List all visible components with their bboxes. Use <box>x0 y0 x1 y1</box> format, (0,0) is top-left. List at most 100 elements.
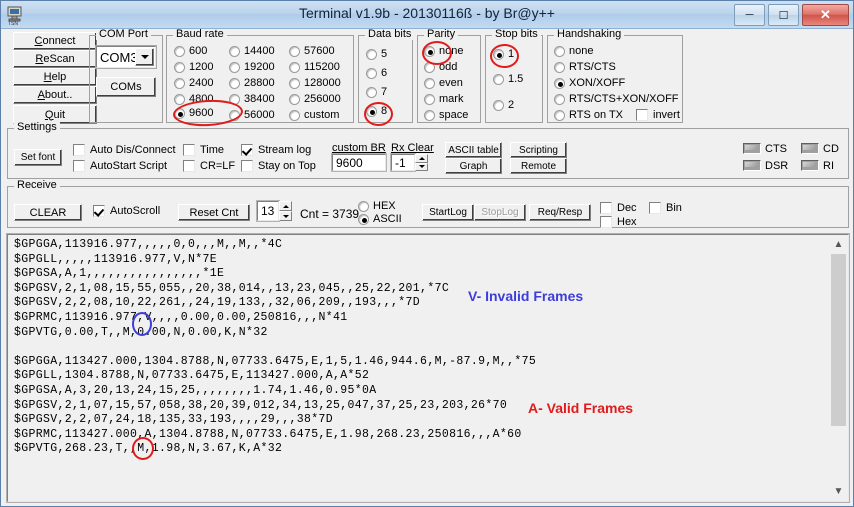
radio-icon <box>229 45 240 57</box>
radio-handshake-rtscts[interactable]: RTS/CTS <box>554 61 616 73</box>
checkbox-autostart-script[interactable]: AutoStart Script <box>73 160 167 172</box>
checkbox-icon <box>241 144 253 156</box>
com-port-select[interactable]: COM3 <box>95 45 157 69</box>
help-button[interactable]: Help <box>13 68 97 86</box>
checkbox-invert[interactable]: invert <box>636 109 680 121</box>
checkbox-auto-dis-connect[interactable]: Auto Dis/Connect <box>73 144 176 156</box>
svg-text:TSN: TSN <box>8 21 18 25</box>
radio-label: HEX <box>373 200 396 212</box>
radio-label: 6 <box>381 67 388 79</box>
radio-label: 28800 <box>244 77 275 89</box>
rx-clear-input[interactable]: -1 <box>390 153 416 172</box>
radio-handshake-rts-on-tx[interactable]: RTS on TX <box>554 109 623 121</box>
scrollbar-thumb[interactable] <box>831 254 846 426</box>
radio-baud-custom[interactable]: custom <box>289 109 339 121</box>
radio-baud-2400[interactable]: 2400 <box>174 77 213 89</box>
radio-label: 1 <box>508 48 515 60</box>
checkbox-bin[interactable]: Bin <box>649 202 682 214</box>
terminal-output-panel[interactable]: $GPGGA,113916.977,,,,,0,0,,,M,,M,,*4C $G… <box>6 233 850 503</box>
receive-spin-input[interactable]: 13 <box>256 200 280 222</box>
checkbox-label: Time <box>200 144 225 156</box>
radio-baud-115200[interactable]: 115200 <box>289 61 340 73</box>
remote-button[interactable]: Remote <box>510 158 567 174</box>
radio-icon <box>424 45 435 57</box>
radio-baud-4800[interactable]: 4800 <box>174 93 213 105</box>
minimize-button[interactable]: ─ <box>734 4 765 26</box>
radio-baud-38400[interactable]: 38400 <box>229 93 275 105</box>
stepper-down-icon[interactable] <box>415 162 428 171</box>
radio-baud-600[interactable]: 600 <box>174 45 207 57</box>
terminal-text: $GPGGA,113916.977,,,,,0,0,,,M,,M,,*4C $G… <box>14 238 537 456</box>
radio-parity-space[interactable]: space <box>424 109 468 121</box>
radio-baud-128000[interactable]: 128000 <box>289 77 341 89</box>
radio-parity-mark[interactable]: mark <box>424 93 463 105</box>
radio-parity-even[interactable]: even <box>424 77 463 89</box>
radio-databits-6[interactable]: 6 <box>366 67 387 79</box>
radio-baud-56000[interactable]: 56000 <box>229 109 275 121</box>
custom-br-input[interactable]: 9600 <box>331 153 387 172</box>
about-button[interactable]: About.. <box>13 86 97 104</box>
chevron-down-icon[interactable] <box>135 48 154 66</box>
radio-icon <box>554 45 565 57</box>
startlog-button[interactable]: StartLog <box>422 204 474 221</box>
radio-icon <box>554 93 565 105</box>
clear-button[interactable]: CLEAR <box>14 204 82 221</box>
radio-baud-9600[interactable]: 9600 <box>174 107 213 119</box>
close-button[interactable]: ✕ <box>802 4 849 26</box>
checkbox-hex[interactable]: Hex <box>600 216 637 228</box>
receive-stepper[interactable] <box>279 201 292 221</box>
checkbox-dec[interactable]: Dec <box>600 202 637 214</box>
checkbox-autoscroll[interactable]: AutoScroll <box>93 205 160 217</box>
connect-button[interactable]: Connect <box>13 32 97 50</box>
radio-ascii[interactable]: ASCII <box>358 213 402 225</box>
radio-icon <box>289 109 300 121</box>
coms-button[interactable]: COMs <box>96 77 156 97</box>
radio-handshake-none[interactable]: none <box>554 45 593 57</box>
radio-baud-28800[interactable]: 28800 <box>229 77 275 89</box>
radio-databits-7[interactable]: 7 <box>366 86 387 98</box>
radio-databits-8[interactable]: 8 <box>366 105 387 117</box>
reset-cnt-button[interactable]: Reset Cnt <box>178 204 250 221</box>
scripting-button[interactable]: Scripting <box>510 142 567 158</box>
stepper-down-icon[interactable] <box>279 211 292 221</box>
radio-stopbits-1[interactable]: 1 <box>493 48 514 60</box>
radio-databits-5[interactable]: 5 <box>366 48 387 60</box>
terminal-vertical-scrollbar[interactable]: ▲ ▼ <box>830 236 847 500</box>
ascii-table-button[interactable]: ASCII table <box>445 142 502 158</box>
led-ri-label: RI <box>823 160 834 172</box>
radio-handshake-xonxoff[interactable]: XON/XOFF <box>554 77 625 89</box>
stop-bits-caption: Stop bits <box>492 29 541 40</box>
radio-stopbits-2[interactable]: 2 <box>493 99 514 111</box>
set-font-button[interactable]: Set font <box>14 149 62 166</box>
radio-hex[interactable]: HEX <box>358 200 396 212</box>
radio-baud-256000[interactable]: 256000 <box>289 93 341 105</box>
radio-baud-14400[interactable]: 14400 <box>229 45 275 57</box>
radio-parity-none[interactable]: none <box>424 45 463 57</box>
radio-handshake-rtscts-xonxoff[interactable]: RTS/CTS+XON/XOFF <box>554 93 679 105</box>
maximize-button[interactable]: ☐ <box>768 4 799 26</box>
graph-button[interactable]: Graph <box>445 158 502 174</box>
stepper-up-icon[interactable] <box>279 201 292 211</box>
radio-label: 19200 <box>244 61 275 73</box>
scroll-down-icon[interactable]: ▼ <box>830 483 847 500</box>
radio-parity-odd[interactable]: odd <box>424 61 457 73</box>
radio-label: 1.5 <box>508 73 524 85</box>
rx-clear-stepper[interactable] <box>415 154 428 171</box>
stoplog-button[interactable]: StopLog <box>474 204 526 221</box>
radio-baud-1200[interactable]: 1200 <box>174 61 213 73</box>
radio-baud-57600[interactable]: 57600 <box>289 45 335 57</box>
checkbox-time[interactable]: Time <box>183 144 224 156</box>
stepper-up-icon[interactable] <box>415 154 428 163</box>
scripting-label: Scripting <box>519 144 558 156</box>
req-resp-button[interactable]: Req/Resp <box>529 204 591 221</box>
radio-stopbits-1_5[interactable]: 1.5 <box>493 73 523 85</box>
radio-label: ASCII <box>373 213 402 225</box>
rx-clear-value: -1 <box>395 155 406 170</box>
checkbox-label: Auto Dis/Connect <box>90 144 176 156</box>
rescan-button[interactable]: ReScan <box>13 50 97 68</box>
scroll-up-icon[interactable]: ▲ <box>830 236 847 253</box>
checkbox-cr-lf[interactable]: CR=LF <box>183 160 235 172</box>
checkbox-stay-on-top[interactable]: Stay on Top <box>241 160 316 172</box>
checkbox-stream-log[interactable]: Stream log <box>241 144 311 156</box>
radio-baud-19200[interactable]: 19200 <box>229 61 275 73</box>
